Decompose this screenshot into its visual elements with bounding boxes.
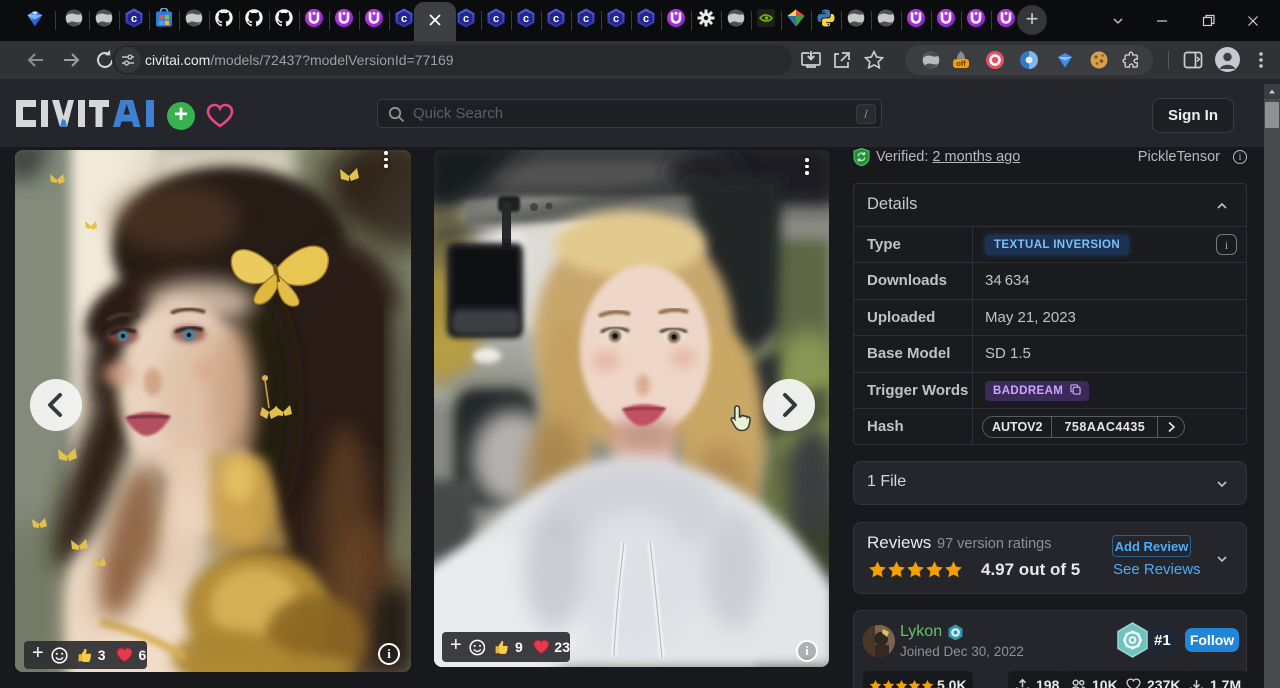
- svg-text:c: c: [643, 13, 649, 25]
- svg-text:c: c: [493, 13, 499, 25]
- svg-text:off: off: [956, 59, 966, 68]
- svg-text:c: c: [131, 13, 137, 25]
- svg-text:c: c: [553, 13, 559, 25]
- svg-text:c: c: [463, 13, 469, 25]
- svg-text:c: c: [523, 13, 529, 25]
- svg-text:c: c: [401, 13, 407, 25]
- svg-text:c: c: [613, 13, 619, 25]
- svg-text:c: c: [583, 13, 589, 25]
